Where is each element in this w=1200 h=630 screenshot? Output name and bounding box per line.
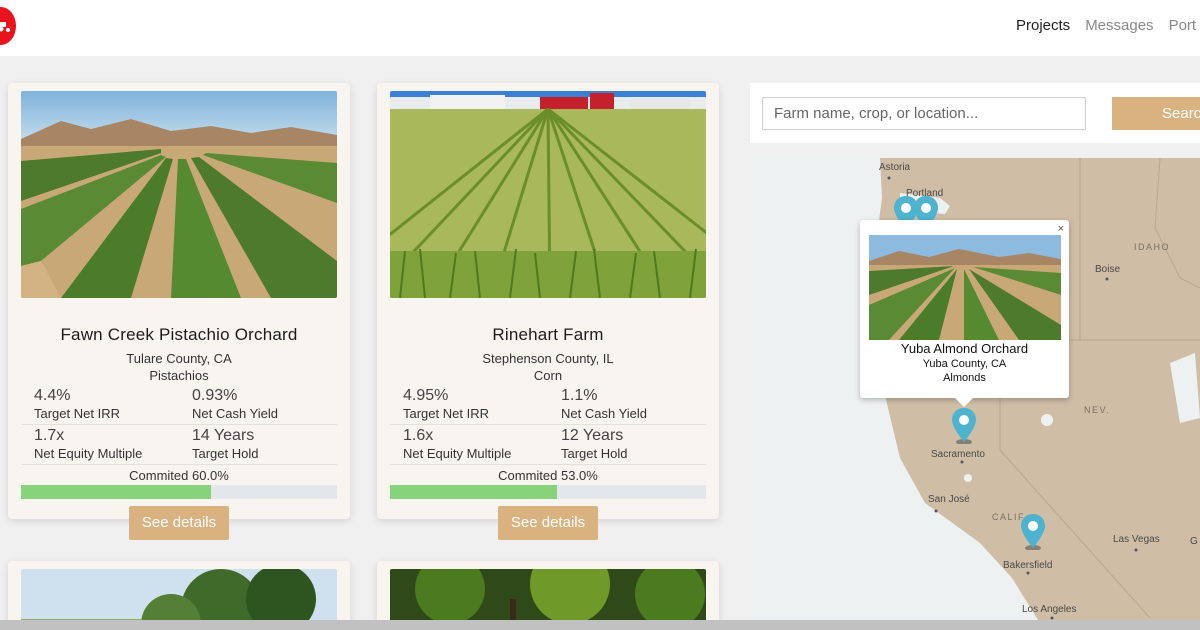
map-pin-icon[interactable]: [952, 408, 976, 444]
project-card: [8, 561, 350, 620]
stat-value: 12 Years: [561, 427, 624, 444]
stat-value: 0.93%: [192, 387, 238, 404]
project-title[interactable]: Rinehart Farm: [377, 325, 719, 345]
stat-cash-yield: 1.1% Net Cash Yield: [561, 387, 647, 421]
stat-divider: [21, 464, 337, 465]
see-details-button[interactable]: See details: [129, 506, 229, 540]
project-card: Rinehart Farm Stephenson County, IL Corn…: [377, 83, 719, 540]
stat-value: 4.95%: [403, 387, 449, 404]
project-card: Fawn Creek Pistachio Orchard Tulare Coun…: [8, 83, 350, 540]
see-details-button[interactable]: See details: [498, 506, 598, 540]
committed-progress-bar: [390, 485, 706, 499]
stat-label: Net Equity Multiple: [403, 446, 512, 461]
nav-messages[interactable]: Messages: [1085, 17, 1153, 34]
stat-equity-multiple: 1.6x Net Equity Multiple: [403, 427, 511, 461]
stat-label: Net Equity Multiple: [34, 446, 143, 461]
close-icon[interactable]: ×: [1058, 223, 1064, 235]
project-card: [377, 561, 719, 620]
popup-location: Yuba County, CA: [922, 358, 1007, 370]
stat-label: Net Cash Yield: [192, 406, 278, 421]
map-label-sacramento: Sacramento: [931, 449, 985, 460]
committed-progress-fill: [21, 485, 211, 499]
stat-divider: [390, 464, 706, 465]
map-label-astoria: Astoria: [879, 162, 911, 173]
map-label-san-jose: San José: [928, 494, 970, 505]
project-photo-cornfield[interactable]: [390, 91, 706, 298]
search-panel: Search: [750, 83, 1200, 143]
stat-value: 4.4%: [34, 387, 71, 404]
stat-target-hold: 12 Years Target Hold: [561, 427, 627, 461]
stat-cash-yield: 0.93% Net Cash Yield: [192, 387, 278, 421]
project-crop: Corn: [533, 368, 563, 383]
stat-value: 1.6x: [403, 427, 434, 444]
popup-crop: Almonds: [943, 372, 986, 384]
top-navigation-bar: Projects Messages Port: [0, 0, 1200, 56]
stat-value: 14 Years: [192, 427, 255, 444]
stat-target-hold: 14 Years Target Hold: [192, 427, 258, 461]
main-content: Fawn Creek Pistachio Orchard Tulare Coun…: [0, 56, 1200, 620]
stat-value: 1.7x: [34, 427, 65, 444]
map-label-idaho: IDAHO: [1134, 242, 1171, 252]
stat-value: 1.1%: [561, 387, 598, 404]
project-location: Tulare County, CA: [126, 351, 232, 366]
search-input[interactable]: [762, 97, 1086, 130]
nav-portfolio[interactable]: Port: [1169, 17, 1197, 34]
search-button[interactable]: Search: [1112, 97, 1200, 130]
brand-logo[interactable]: [0, 7, 16, 45]
main-nav: Projects Messages Port: [1016, 17, 1196, 34]
map-label-los-angeles: Los Angeles: [1022, 604, 1077, 615]
map-label-boise: Boise: [1095, 264, 1121, 275]
committed-text: Commited 53.0%: [498, 468, 598, 483]
stat-divider: [21, 424, 337, 425]
project-photo[interactable]: [21, 569, 337, 620]
popup-title[interactable]: Yuba Almond Orchard: [860, 341, 1069, 356]
committed-progress-fill: [390, 485, 558, 499]
map-pin-icon[interactable]: [1021, 514, 1045, 550]
stat-label: Target Hold: [192, 446, 259, 461]
stat-target-irr: 4.4% Target Net IRR: [34, 387, 120, 421]
project-photo[interactable]: [390, 569, 706, 620]
map-popup: × Yuba Almond Orchard Yuba County, CA Al…: [860, 220, 1069, 407]
map-label-las-vegas: Las Vegas: [1113, 534, 1160, 545]
popup-photo[interactable]: [869, 235, 1061, 340]
project-title[interactable]: Fawn Creek Pistachio Orchard: [8, 325, 350, 345]
stat-target-irr: 4.95% Target Net IRR: [403, 387, 489, 421]
project-photo-orchard[interactable]: [21, 91, 337, 298]
stat-label: Target Net IRR: [34, 406, 120, 421]
nav-projects[interactable]: Projects: [1016, 17, 1070, 34]
committed-progress-bar: [21, 485, 337, 499]
horizontal-scrollbar[interactable]: [0, 620, 1200, 630]
project-crop: Pistachios: [149, 368, 209, 383]
stat-label: Target Net IRR: [403, 406, 489, 421]
stat-label: Target Hold: [561, 446, 628, 461]
map-label-nevada: NEV.: [1084, 405, 1111, 415]
tractor-icon: [0, 22, 10, 32]
stat-equity-multiple: 1.7x Net Equity Multiple: [34, 427, 142, 461]
project-location: Stephenson County, IL: [482, 351, 614, 366]
committed-text: Commited 60.0%: [129, 468, 229, 483]
stat-label: Net Cash Yield: [561, 406, 647, 421]
map-label-bakersfield: Bakersfield: [1003, 560, 1053, 571]
map-label-partial: G: [1190, 536, 1198, 547]
stat-divider: [390, 424, 706, 425]
